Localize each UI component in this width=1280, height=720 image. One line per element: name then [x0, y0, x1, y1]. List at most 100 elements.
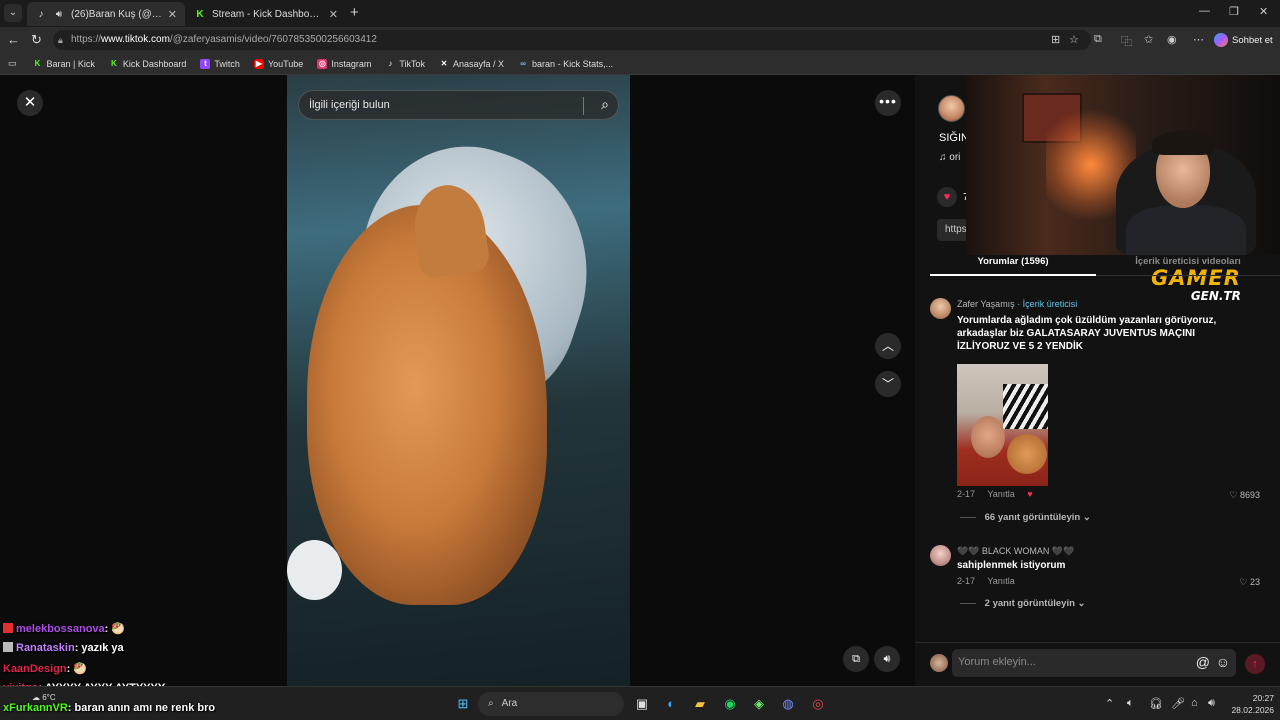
bookmark-tiktok[interactable]: ♪ TikTok [385, 59, 425, 69]
commenter-avatar[interactable] [930, 545, 951, 566]
profile-avatar-icon[interactable]: ◉ [1167, 33, 1177, 46]
stats-icon: ∞ [520, 58, 526, 68]
new-tab-button[interactable]: + [350, 4, 359, 21]
bookmark-kick-stats[interactable]: ∞ baran - Kick Stats,... [518, 59, 613, 69]
site-info-icon[interactable]: 🔒︎ [58, 30, 63, 50]
discord-icon[interactable]: ◍ [780, 696, 796, 712]
minimize-icon[interactable]: — [1199, 5, 1210, 17]
clock-date: 28.02.2026 [1231, 705, 1274, 715]
commenter-avatar[interactable] [930, 298, 951, 319]
search-icon[interactable]: ⌕ [601, 96, 609, 113]
task-view-icon[interactable]: ▣ [634, 696, 650, 712]
tab-kick-dashboard[interactable]: K Stream - Kick Dashboard ✕ [186, 2, 346, 26]
recording-app-icon[interactable]: ◎ [810, 696, 826, 712]
music-label[interactable]: ♫ ori [939, 152, 960, 163]
reply-button[interactable]: Yanıtla [987, 576, 1014, 586]
bookmark-twitch[interactable]: t Twitch [200, 58, 240, 69]
related-search-input[interactable]: İlgili içeriği bulun ⌕ [298, 90, 619, 120]
comment-like-count: 23 [1249, 577, 1260, 587]
comment-item: Zafer Yaşamış · İçerik üreticisi Yorumla… [930, 298, 1260, 523]
show-hidden-icons[interactable]: ⌃ [1105, 697, 1114, 710]
streamer-hair-image [1152, 131, 1214, 155]
system-clock[interactable]: 20:27 28.02.2026 [1226, 692, 1274, 716]
speaker-icon[interactable]: 🔈︎ [1127, 697, 1134, 710]
zebra-blanket-image [1003, 384, 1048, 429]
split-screen-icon[interactable]: ⿻ [1121, 33, 1132, 49]
headset-icon[interactable]: 🎧︎ [1149, 697, 1163, 710]
bookmark-baran-kick[interactable]: K Baran | Kick [33, 59, 95, 69]
video-player[interactable] [287, 75, 630, 686]
reload-icon[interactable]: ↻ [31, 32, 42, 48]
comment-text: Yorumlarda ağladım çok üzüldüm yazanları… [957, 315, 1217, 352]
close-tab-icon[interactable]: ✕ [329, 8, 338, 21]
like-button[interactable]: ♥ 7 [937, 187, 969, 207]
video-description: SIĞIN [939, 132, 969, 144]
comment-date: 2-17 [957, 576, 976, 586]
edge-icon[interactable]: ◐ [663, 696, 679, 712]
comment-username[interactable]: 🖤🖤 BLACK WOMAN 🖤🖤 [957, 546, 1074, 557]
volume-tray-icon[interactable]: 🔊︎ [1208, 697, 1215, 710]
tab-title: Stream - Kick Dashboard [212, 8, 323, 20]
reading-list-icon[interactable]: ▭ [8, 58, 17, 69]
tab-comments[interactable]: Yorumlar (1596) [930, 256, 1096, 276]
window-close-icon[interactable]: ✕ [1259, 5, 1268, 18]
tiktok-icon: ♪ [38, 8, 44, 20]
bookmark-kick-dashboard[interactable]: K Kick Dashboard [109, 59, 186, 69]
comment-username[interactable]: Zafer Yaşamış [957, 299, 1015, 309]
white-paw-image [287, 540, 342, 600]
mention-icon[interactable]: @ [1196, 654, 1210, 670]
post-comment-button[interactable]: ↑ [1245, 654, 1265, 674]
speaker-icon[interactable]: 🔊︎ [53, 9, 65, 20]
close-tab-icon[interactable]: ✕ [168, 8, 177, 21]
next-video-button[interactable]: ﹀ [875, 371, 901, 397]
chat-username: melekbossanova [16, 623, 105, 635]
comment-author[interactable]: Zafer Yaşamış · İçerik üreticisi [957, 299, 1077, 309]
close-video-button[interactable]: ✕ [17, 90, 43, 116]
network-icon[interactable]: ⌂ [1191, 697, 1198, 709]
bookmark-youtube[interactable]: ▶ YouTube [253, 58, 303, 69]
chevron-up-icon: ︿ [881, 339, 894, 353]
view-replies-button[interactable]: 2 yanıt görüntüleyin ⌄ [960, 598, 1086, 609]
taskbar-search[interactable]: ⌕ Ara [478, 692, 624, 716]
microphone-icon[interactable]: 🎤︎ [1171, 697, 1185, 710]
back-icon[interactable]: ← [7, 32, 20, 47]
kick-app-icon[interactable]: ◈ [751, 696, 767, 712]
chat-badge-icon [3, 642, 13, 652]
view-replies-button[interactable]: 66 yanıt görüntüleyin ⌄ [960, 512, 1091, 523]
tab-creator-videos[interactable]: İçerik üreticisi videoları [1096, 256, 1280, 267]
more-menu-icon[interactable]: ⋯ [1193, 33, 1204, 46]
chat-badge-icon [3, 623, 13, 633]
app-available-icon[interactable]: ⊞ [1051, 33, 1060, 46]
tab-tiktok[interactable]: ♪ 🔊︎ (26)Baran Kuş (@barankusss) ✕ [27, 2, 185, 26]
url-field[interactable]: 🔒︎ https://www.tiktok.com/@zaferyasamis/… [53, 30, 1091, 50]
replies-label: 66 yanıt görüntüleyin [984, 512, 1081, 523]
more-options-button[interactable]: ••• [875, 90, 901, 116]
bookmark-x[interactable]: ✕ Anasayfa / X [439, 59, 504, 69]
weather-widget[interactable]: ☁︎ 6°C [32, 693, 56, 702]
favorite-star-icon[interactable]: ☆ [1069, 33, 1079, 46]
comment-photo[interactable] [957, 364, 1048, 486]
tab-list-button[interactable]: ⌄ [4, 4, 22, 22]
spotify-icon[interactable]: ◉ [722, 696, 738, 712]
comment-like-button[interactable]: ♡ 8693 [1229, 490, 1260, 501]
search-label: Ara [501, 698, 518, 709]
comment-input[interactable]: Yorum ekleyin... @ ☺ [952, 649, 1236, 677]
file-explorer-icon[interactable]: ▰ [692, 696, 708, 712]
bookmark-label: Baran | Kick [46, 58, 95, 69]
emoji-icon[interactable]: ☺ [1216, 654, 1230, 670]
bookmark-instagram[interactable]: ◎ Instagram [317, 58, 371, 69]
copilot-chat-button[interactable]: Sohbet et [1214, 30, 1273, 50]
chat-message: xFurkannVR: baran anın amı ne renk bro [3, 702, 215, 714]
bookmark-label: Twitch [214, 58, 240, 69]
favorites-icon[interactable]: ✩ [1144, 33, 1153, 46]
reply-button[interactable]: Yanıtla [987, 489, 1014, 499]
start-windows-icon[interactable]: ⊞ [455, 696, 471, 712]
extensions-icon[interactable]: ⧉ [1094, 33, 1102, 46]
previous-video-button[interactable]: ︿ [875, 333, 901, 359]
chat-username: KaanDesign [3, 663, 67, 675]
restore-icon[interactable]: ❐ [1229, 5, 1239, 18]
floating-player-button[interactable]: ⧉ [843, 646, 869, 672]
comment-like-button[interactable]: ♡ 23 [1239, 577, 1260, 588]
author-avatar[interactable] [938, 95, 965, 122]
volume-button[interactable]: 🔊︎ [874, 646, 900, 672]
